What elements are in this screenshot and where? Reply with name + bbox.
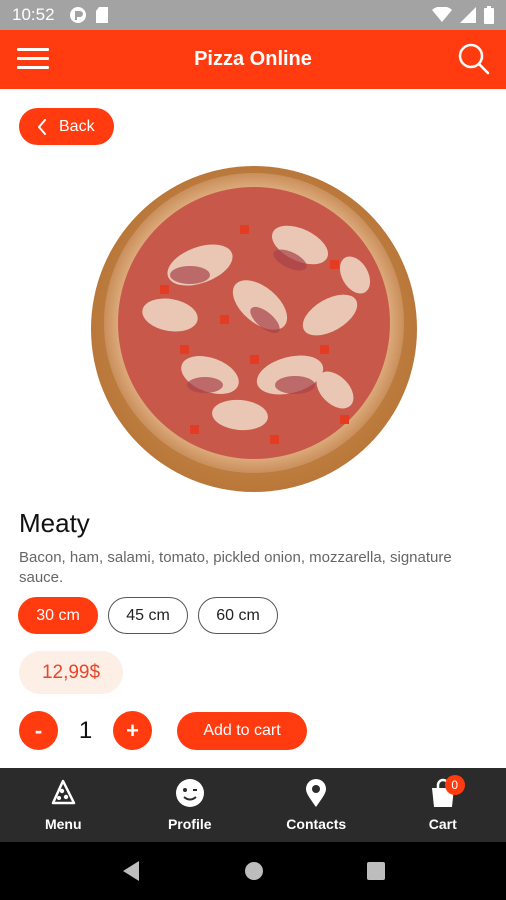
quantity-value: 1 <box>78 716 93 744</box>
nav-label-contacts: Contacts <box>286 816 347 832</box>
decrease-quantity-button[interactable]: - <box>19 711 58 750</box>
wifi-icon <box>432 7 452 22</box>
location-pin-icon <box>301 778 331 808</box>
back-button[interactable]: Back <box>19 108 114 145</box>
signal-icon <box>460 7 476 23</box>
product-name: Meaty <box>19 508 90 538</box>
app-notification-icon <box>69 7 86 23</box>
size-option-60[interactable]: 60 cm <box>198 597 278 634</box>
size-option-45[interactable]: 45 cm <box>108 597 188 634</box>
product-description: Bacon, ham, salami, tomato, pickled onio… <box>19 549 452 586</box>
search-icon[interactable] <box>458 43 490 75</box>
bottom-navigation: Menu Profile Contacts 0 Cart <box>0 768 506 842</box>
pizza-image <box>90 165 418 493</box>
smiley-icon <box>175 778 205 808</box>
size-option-30[interactable]: 30 cm <box>18 597 98 634</box>
size-options: 30 cm 45 cm 60 cm <box>18 597 278 634</box>
price-badge: 12,99$ <box>19 651 123 694</box>
nav-label-menu: Menu <box>44 816 82 832</box>
nav-item-cart[interactable]: 0 Cart <box>380 768 506 842</box>
app-title: Pizza Online <box>194 48 312 70</box>
status-time: 10:52 <box>12 5 55 24</box>
battery-icon <box>484 6 494 24</box>
quantity-row: - 1 + Add to cart <box>19 711 307 750</box>
system-recents-icon[interactable] <box>366 862 385 880</box>
nav-item-profile[interactable]: Profile <box>127 768 254 842</box>
screen: 10:52 Pizza Online Back Meaty Bacon, ham… <box>0 0 506 900</box>
system-back-icon[interactable] <box>121 860 141 882</box>
app-bar: Pizza Online <box>0 30 506 89</box>
status-bar: 10:52 <box>0 0 506 30</box>
increase-quantity-button[interactable]: + <box>113 711 152 750</box>
nav-label-cart: Cart <box>428 816 457 832</box>
nav-item-contacts[interactable]: Contacts <box>253 768 380 842</box>
system-home-icon[interactable] <box>244 861 264 881</box>
add-to-cart-button[interactable]: Add to cart <box>177 711 307 750</box>
back-label: Back <box>59 117 95 135</box>
nav-item-menu[interactable]: Menu <box>0 768 127 842</box>
nav-label-profile: Profile <box>167 816 212 832</box>
chevron-left-icon <box>38 118 46 135</box>
sd-card-icon <box>95 7 108 23</box>
system-navigation-bar <box>0 842 506 900</box>
hamburger-menu-icon[interactable] <box>17 45 49 73</box>
cart-count-badge: 0 <box>444 775 465 795</box>
pizza-slice-icon <box>48 778 78 808</box>
